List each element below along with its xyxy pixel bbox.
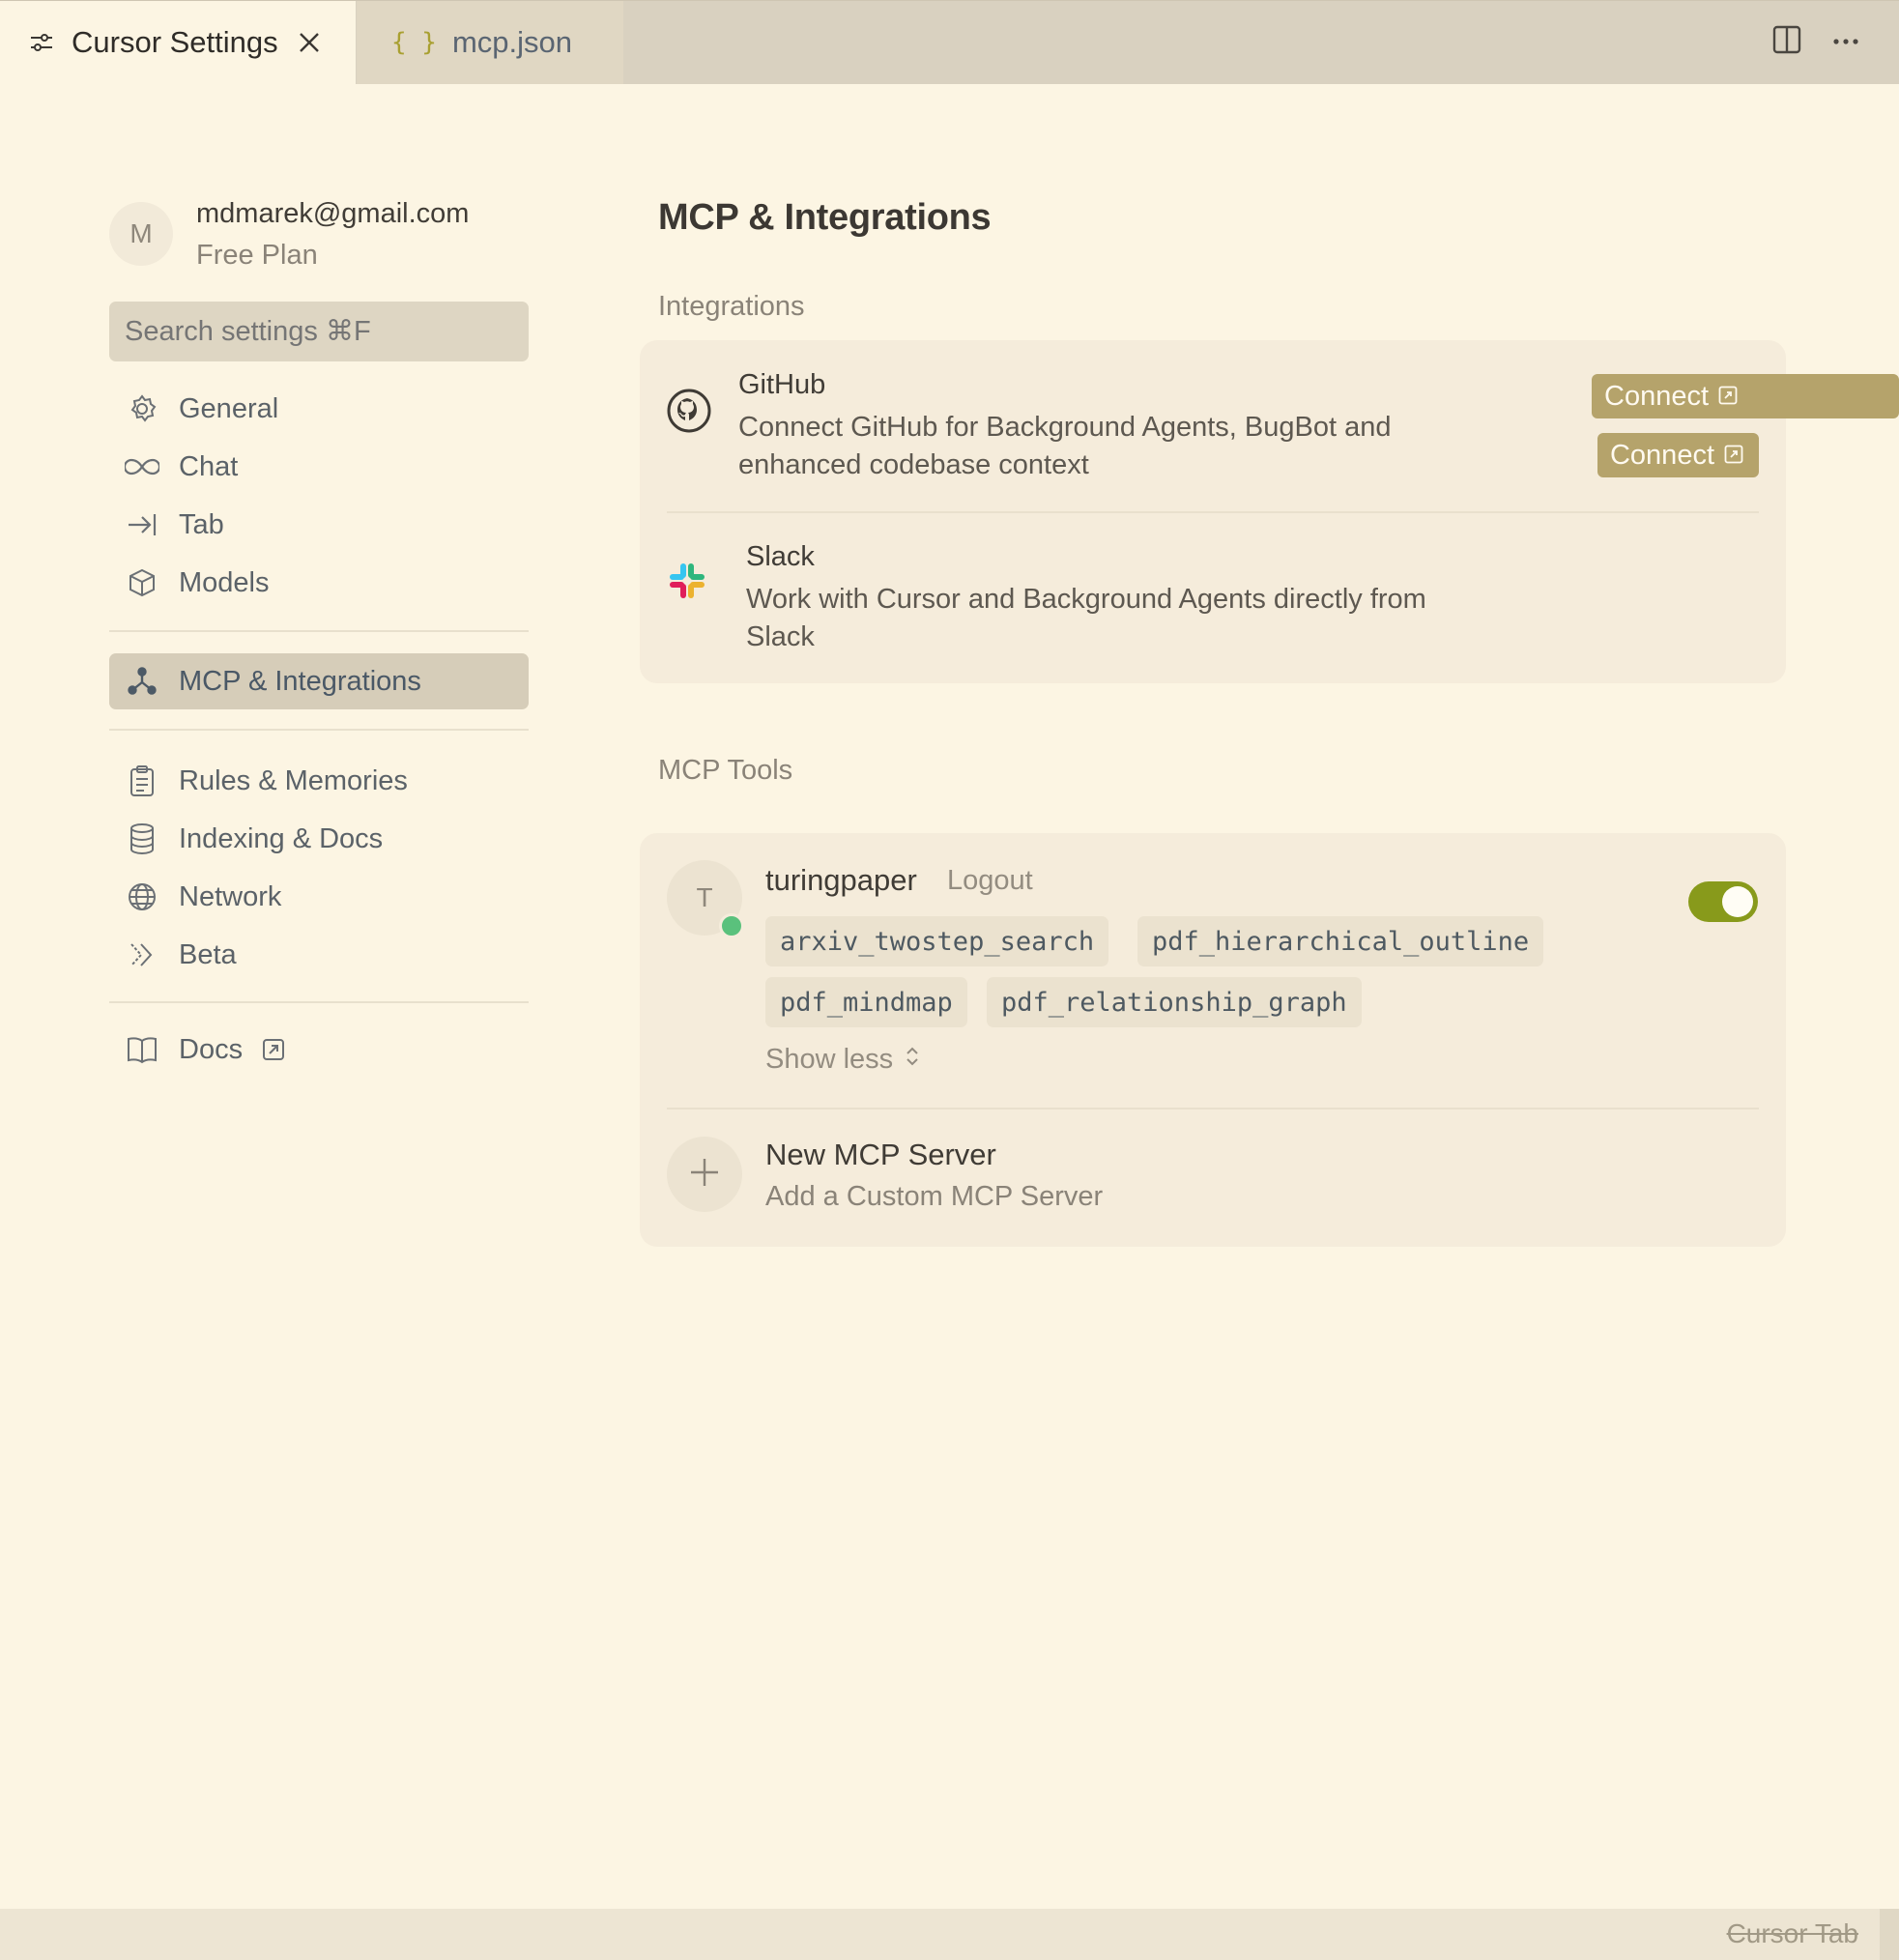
external-link-icon bbox=[1724, 440, 1743, 472]
sidebar-item-indexing-docs[interactable]: Indexing & Docs bbox=[109, 811, 529, 867]
add-server-button[interactable] bbox=[667, 1137, 742, 1212]
sidebar-item-label: Indexing & Docs bbox=[179, 822, 384, 854]
cube-icon bbox=[125, 565, 159, 600]
sidebar-item-tab[interactable]: Tab bbox=[109, 497, 529, 553]
sidebar-item-mcp-integrations[interactable]: MCP & Integrations bbox=[109, 653, 529, 709]
database-icon bbox=[125, 821, 159, 856]
chevron-up-down-icon bbox=[905, 1044, 920, 1076]
github-icon bbox=[667, 389, 711, 433]
logout-link[interactable]: Logout bbox=[947, 865, 1033, 897]
sidebar-item-label: Tab bbox=[179, 508, 224, 540]
sliders-icon bbox=[29, 30, 54, 55]
gear-icon bbox=[125, 391, 159, 426]
mcp-tools-card: T turingpaper Logout arxiv_twostep_searc… bbox=[640, 833, 1786, 1247]
new-server-description: Add a Custom MCP Server bbox=[765, 1181, 1104, 1212]
tool-chip: pdf_mindmap bbox=[765, 977, 967, 1027]
sidebar-item-label: Docs bbox=[179, 1033, 244, 1065]
slack-connect-button[interactable]: Connect bbox=[1592, 374, 1899, 418]
close-icon[interactable] bbox=[298, 31, 321, 54]
sidebar-item-beta[interactable]: Beta bbox=[109, 927, 529, 983]
tab-cursor-settings[interactable]: Cursor Settings bbox=[0, 1, 356, 84]
tab-label: mcp.json bbox=[451, 25, 573, 59]
more-actions-icon[interactable] bbox=[1831, 34, 1860, 51]
plus-icon bbox=[688, 1156, 721, 1194]
tool-chip: arxiv_twostep_search bbox=[765, 916, 1109, 966]
show-less-toggle[interactable]: Show less bbox=[765, 1044, 920, 1076]
tab-label: Cursor Settings bbox=[72, 25, 278, 59]
toggle-knob bbox=[1722, 886, 1753, 917]
infinity-icon bbox=[125, 449, 159, 484]
scrollbar[interactable] bbox=[1880, 1909, 1899, 1960]
double-chevron-icon bbox=[125, 937, 159, 972]
sidebar-item-general[interactable]: General bbox=[109, 381, 529, 437]
page-title: MCP & Integrations bbox=[658, 197, 992, 238]
external-link-icon bbox=[262, 1038, 285, 1061]
account-email: mdmarek@gmail.com bbox=[196, 198, 470, 229]
row-divider bbox=[667, 1108, 1759, 1110]
sidebar-divider bbox=[109, 1001, 529, 1003]
integration-description: Work with Cursor and Background Agents d… bbox=[746, 584, 1426, 652]
integrations-section-label: Integrations bbox=[658, 291, 805, 322]
mcp-tools-section-label: MCP Tools bbox=[658, 755, 793, 786]
sidebar-nav-primary: General Chat Tab Models bbox=[109, 381, 529, 613]
connect-label: Connect bbox=[1609, 439, 1714, 471]
sidebar-item-label: Network bbox=[179, 880, 282, 912]
sidebar-item-label: General bbox=[179, 392, 279, 424]
sidebar-item-docs[interactable]: Docs bbox=[109, 1022, 529, 1078]
github-connect-button[interactable]: Connect bbox=[1597, 433, 1759, 477]
sidebar-item-label: Models bbox=[179, 566, 270, 598]
new-server-title[interactable]: New MCP Server bbox=[765, 1138, 996, 1172]
arrow-right-to-line-icon bbox=[125, 507, 159, 542]
integration-name: GitHub bbox=[738, 369, 826, 400]
integrations-card: GitHub Connect GitHub for Background Age… bbox=[640, 340, 1899, 683]
network-nodes-icon bbox=[125, 664, 159, 699]
slack-icon bbox=[667, 561, 707, 601]
external-link-icon bbox=[1718, 381, 1738, 413]
sidebar-item-rules-memories[interactable]: Rules & Memories bbox=[109, 753, 529, 809]
globe-icon bbox=[125, 879, 159, 914]
status-cursor-tab[interactable]: Cursor Tab bbox=[1727, 1918, 1858, 1949]
sidebar-nav-docs: Docs bbox=[109, 1022, 529, 1080]
server-enabled-toggle[interactable] bbox=[1688, 881, 1758, 922]
sidebar-nav-active-group: MCP & Integrations bbox=[109, 653, 529, 711]
sidebar-item-label: Chat bbox=[179, 450, 239, 482]
clipboard-icon bbox=[125, 764, 159, 798]
sidebar-item-network[interactable]: Network bbox=[109, 869, 529, 925]
status-bar: Cursor Tab bbox=[0, 1909, 1899, 1960]
editor-tab-bar: Cursor Settings { } mcp.json bbox=[0, 0, 1899, 84]
show-less-label: Show less bbox=[765, 1044, 894, 1075]
connect-label: Connect bbox=[1604, 380, 1710, 412]
sidebar-divider bbox=[109, 729, 529, 731]
account-profile: M mdmarek@gmail.com Free Plan bbox=[109, 198, 469, 272]
tool-chip: pdf_relationship_graph bbox=[987, 977, 1362, 1027]
sidebar-item-models[interactable]: Models bbox=[109, 555, 529, 611]
avatar: M bbox=[109, 202, 173, 266]
search-input[interactable] bbox=[109, 302, 529, 361]
sidebar-nav-secondary: Rules & Memories Indexing & Docs Network… bbox=[109, 753, 529, 985]
row-divider bbox=[667, 511, 1759, 513]
tab-mcp-json[interactable]: { } mcp.json bbox=[357, 1, 623, 84]
sidebar-divider bbox=[109, 630, 529, 632]
account-plan: Free Plan bbox=[196, 240, 318, 271]
braces-icon: { } bbox=[391, 28, 437, 57]
sidebar-item-label: Rules & Memories bbox=[179, 764, 408, 796]
sidebar-item-chat[interactable]: Chat bbox=[109, 439, 529, 495]
integration-slack: Slack Work with Cursor and Background Ag… bbox=[667, 374, 1899, 656]
sidebar-item-label: MCP & Integrations bbox=[179, 665, 421, 697]
tool-chip: pdf_hierarchical_outline bbox=[1137, 916, 1544, 966]
server-status-indicator bbox=[719, 913, 744, 938]
sidebar-item-label: Beta bbox=[179, 938, 237, 970]
server-name: turingpaper bbox=[765, 863, 917, 897]
split-editor-icon[interactable] bbox=[1771, 24, 1802, 60]
integration-name: Slack bbox=[746, 541, 815, 572]
book-icon bbox=[125, 1032, 159, 1067]
integration-description: Connect GitHub for Background Agents, Bu… bbox=[738, 412, 1392, 480]
